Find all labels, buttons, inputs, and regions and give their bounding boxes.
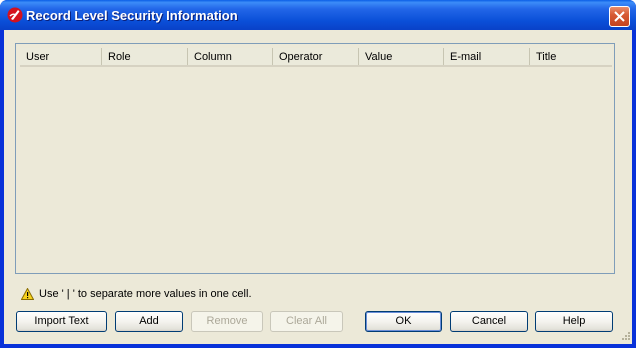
dialog-window: Record Level Security Information User R… <box>0 0 636 348</box>
column-header-user[interactable]: User <box>20 48 102 65</box>
hint-text: Use ' | ' to separate more values in one… <box>39 288 252 300</box>
column-header-column[interactable]: Column <box>188 48 273 65</box>
column-header-role[interactable]: Role <box>102 48 188 65</box>
column-header-operator[interactable]: Operator <box>273 48 359 65</box>
app-logo-icon <box>7 7 23 23</box>
remove-button[interactable]: Remove <box>191 311 263 332</box>
dialog-client-area: User Role Column Operator Value E-mail T… <box>4 30 632 344</box>
clear-all-button[interactable]: Clear All <box>270 311 343 332</box>
close-icon <box>614 11 625 22</box>
table-header: User Role Column Operator Value E-mail T… <box>20 48 612 67</box>
help-button[interactable]: Help <box>535 311 613 332</box>
title-bar[interactable]: Record Level Security Information <box>0 0 636 30</box>
ok-button[interactable]: OK <box>365 311 442 332</box>
hint-message: Use ' | ' to separate more values in one… <box>21 287 252 301</box>
column-header-title[interactable]: Title <box>530 48 612 65</box>
resize-grip-icon[interactable] <box>619 331 631 343</box>
import-text-button[interactable]: Import Text <box>16 311 107 332</box>
column-header-value[interactable]: Value <box>359 48 444 65</box>
add-button[interactable]: Add <box>115 311 183 332</box>
column-header-email[interactable]: E-mail <box>444 48 530 65</box>
cancel-button[interactable]: Cancel <box>450 311 528 332</box>
warning-icon <box>21 288 34 300</box>
security-table[interactable]: User Role Column Operator Value E-mail T… <box>15 43 615 274</box>
window-title: Record Level Security Information <box>26 8 238 23</box>
close-button[interactable] <box>609 6 630 27</box>
